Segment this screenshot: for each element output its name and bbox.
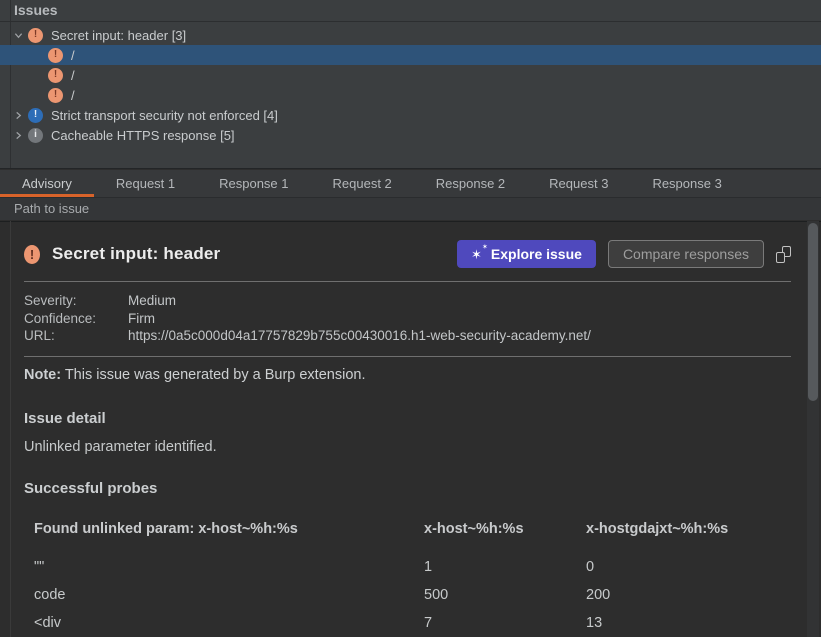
sparkles-icon: ✶✶ xyxy=(471,248,482,261)
advisory-left-border xyxy=(10,221,11,637)
table-cell: 13 xyxy=(586,615,791,631)
severity-warning-icon: ! xyxy=(24,245,40,264)
tab-advisory[interactable]: Advisory xyxy=(0,170,94,197)
note-label: Note: xyxy=(24,367,61,383)
chevron-down-icon[interactable] xyxy=(12,29,24,41)
advisory-title: Secret input: header xyxy=(52,244,457,264)
table-cell: 200 xyxy=(586,587,791,603)
advisory-tabs-area: Advisory Request 1 Response 1 Request 2 … xyxy=(0,170,821,220)
compare-responses-button[interactable]: Compare responses xyxy=(608,240,764,268)
chevron-right-icon[interactable] xyxy=(12,109,24,121)
table-cell: 1 xyxy=(424,559,586,575)
severity-value: Medium xyxy=(128,292,176,310)
info-gray-icon: i xyxy=(28,128,43,143)
tree-item-label: / xyxy=(71,48,75,63)
tab-request-2[interactable]: Request 2 xyxy=(311,170,414,197)
severity-row: Severity: Medium xyxy=(24,292,791,310)
tree-item-path[interactable]: ! / xyxy=(0,85,821,105)
table-header-col2: x-host~%h:%s xyxy=(424,519,586,539)
tab-response-1[interactable]: Response 1 xyxy=(197,170,310,197)
tab-response-3[interactable]: Response 3 xyxy=(630,170,743,197)
divider xyxy=(24,281,791,282)
tree-item-label: / xyxy=(71,68,75,83)
path-to-issue-label: Path to issue xyxy=(0,197,821,220)
tab-response-2[interactable]: Response 2 xyxy=(414,170,527,197)
tree-item-label: Secret input: header [3] xyxy=(51,28,186,43)
table-cell: code xyxy=(34,587,424,603)
tree-item-path[interactable]: ! / xyxy=(0,65,821,85)
chevron-right-icon[interactable] xyxy=(12,129,24,141)
explore-issue-label: Explore issue xyxy=(491,246,582,262)
probes-table: Found unlinked param: x-host~%h:%s x-hos… xyxy=(34,519,791,631)
table-cell: "" xyxy=(34,559,424,575)
severity-label: Severity: xyxy=(24,292,128,310)
compare-responses-label: Compare responses xyxy=(623,246,749,262)
table-cell: 500 xyxy=(424,587,586,603)
advisory-title-row: ! Secret input: header ✶✶ Explore issue … xyxy=(24,240,791,268)
tree-item-strict-transport[interactable]: ! Strict transport security not enforced… xyxy=(0,105,821,125)
tree-item-secret-input-header[interactable]: ! Secret input: header [3] xyxy=(0,25,821,45)
table-cell: <div xyxy=(34,615,424,631)
extension-note: Note: This issue was generated by a Burp… xyxy=(24,365,791,385)
table-cell: 7 xyxy=(424,615,586,631)
tab-request-3[interactable]: Request 3 xyxy=(527,170,630,197)
explore-issue-button[interactable]: ✶✶ Explore issue xyxy=(457,240,596,268)
warning-blue-icon: ! xyxy=(28,108,43,123)
table-header-col3: x-hostgdajxt~%h:%s xyxy=(586,519,791,539)
tree-item-path-selected[interactable]: ! / xyxy=(0,45,821,65)
warning-orange-icon: ! xyxy=(48,68,63,83)
divider xyxy=(24,356,791,357)
vertical-scrollbar[interactable] xyxy=(807,221,819,637)
note-text: This issue was generated by a Burp exten… xyxy=(61,367,365,383)
tab-bar: Advisory Request 1 Response 1 Request 2 … xyxy=(0,170,821,197)
issue-summary-fields: Severity: Medium Confidence: Firm URL: h… xyxy=(24,292,791,345)
issue-detail-text: Unlinked parameter identified. xyxy=(24,439,791,455)
confidence-value: Firm xyxy=(128,310,155,328)
successful-probes-heading: Successful probes xyxy=(24,480,791,497)
table-cell: 0 xyxy=(586,559,791,575)
warning-orange-icon: ! xyxy=(48,48,63,63)
tree-item-label: Cacheable HTTPS response [5] xyxy=(51,128,235,143)
tree-item-cacheable-https[interactable]: i Cacheable HTTPS response [5] xyxy=(0,125,821,145)
confidence-label: Confidence: xyxy=(24,310,128,328)
advisory-panel: ! Secret input: header ✶✶ Explore issue … xyxy=(0,221,821,637)
issues-panel-title: Issues xyxy=(0,0,821,22)
burp-issues-window: Issues ! Secret input: header [3] ! / ! … xyxy=(0,0,821,637)
issues-panel: Issues ! Secret input: header [3] ! / ! … xyxy=(0,0,821,169)
url-label: URL: xyxy=(24,327,128,345)
url-row: URL: https://0a5c000d04a17757829b755c004… xyxy=(24,327,791,345)
issue-detail-heading: Issue detail xyxy=(24,410,791,427)
issues-tree: ! Secret input: header [3] ! / ! / ! / ! xyxy=(0,22,821,145)
copy-icon[interactable] xyxy=(776,246,791,263)
confidence-row: Confidence: Firm xyxy=(24,310,791,328)
table-header-param: Found unlinked param: x-host~%h:%s xyxy=(34,519,424,539)
tree-item-label: / xyxy=(71,88,75,103)
url-value: https://0a5c000d04a17757829b755c00430016… xyxy=(128,327,591,345)
tab-request-1[interactable]: Request 1 xyxy=(94,170,197,197)
warning-orange-icon: ! xyxy=(48,88,63,103)
tree-item-label: Strict transport security not enforced [… xyxy=(51,108,278,123)
scrollbar-thumb[interactable] xyxy=(808,223,818,401)
warning-orange-icon: ! xyxy=(28,28,43,43)
